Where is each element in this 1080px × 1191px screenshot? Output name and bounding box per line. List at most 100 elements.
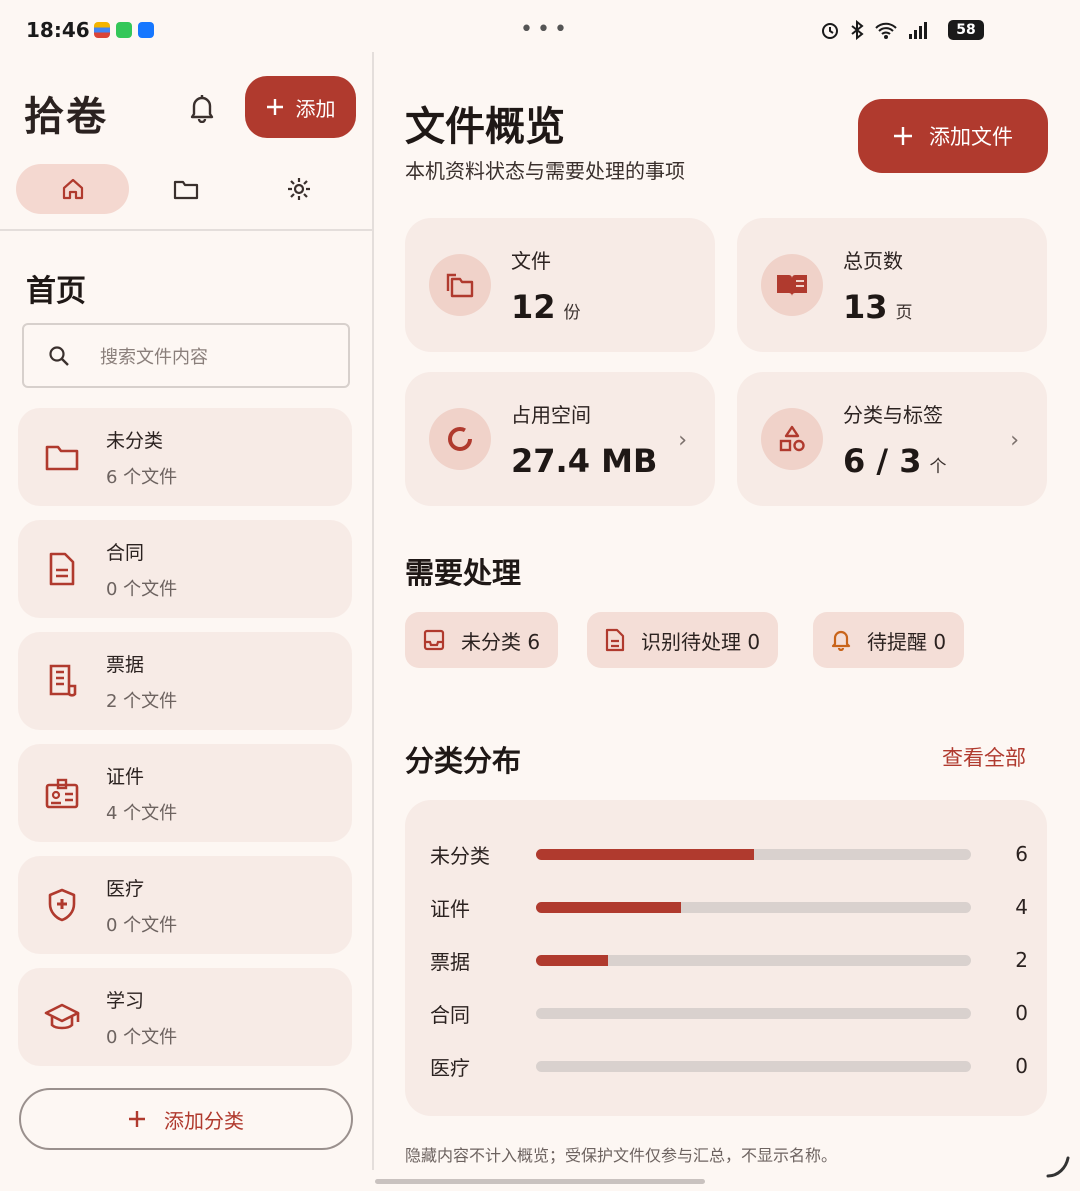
document-icon bbox=[49, 552, 75, 586]
resize-handle-icon[interactable] bbox=[1044, 1152, 1072, 1180]
bar-track bbox=[536, 901, 971, 913]
page-subtitle: 本机资料状态与需要处理的事项 bbox=[405, 159, 685, 183]
category-card-contract[interactable]: 合同 0 个文件 bbox=[18, 520, 352, 618]
category-card-uncategorized[interactable]: 未分类 6 个文件 bbox=[18, 408, 352, 506]
tab-files[interactable] bbox=[129, 164, 242, 214]
system-status-icons bbox=[820, 20, 930, 40]
sidebar-divider bbox=[0, 229, 372, 231]
distribution-row[interactable]: 证件 4 bbox=[430, 892, 1030, 922]
notification-icons bbox=[94, 22, 154, 38]
todo-chip-ocr-pending[interactable]: 识别待处理 0 bbox=[587, 612, 779, 668]
bar-fill bbox=[536, 901, 681, 913]
files-stack-icon bbox=[446, 273, 474, 298]
category-card-receipts[interactable]: 票据 2 个文件 bbox=[18, 632, 352, 730]
chip-label: 未分类 6 bbox=[461, 629, 541, 654]
stat-unit: 份 bbox=[563, 302, 581, 323]
category-card-study[interactable]: 学习 0 个文件 bbox=[18, 968, 352, 1066]
category-card-id[interactable]: 证件 4 个文件 bbox=[18, 744, 352, 842]
plus-icon bbox=[266, 99, 283, 115]
todo-chip-reminders[interactable]: 待提醒 0 bbox=[813, 612, 965, 668]
alarm-icon bbox=[822, 23, 838, 39]
add-button-label: 添加 bbox=[295, 96, 336, 121]
add-button[interactable]: 添加 bbox=[245, 76, 356, 138]
distribution-label: 证件 bbox=[430, 896, 470, 921]
app-brand: 拾卷 bbox=[24, 93, 108, 140]
status-time: 18:46 bbox=[26, 18, 90, 42]
category-name: 医疗 bbox=[106, 877, 145, 900]
stat-value: 6 / 3 bbox=[843, 441, 922, 480]
search-input[interactable]: 搜索文件内容 bbox=[22, 323, 350, 388]
stat-card-files[interactable]: 文件 12 份 bbox=[405, 218, 715, 352]
nav-tabs bbox=[16, 164, 356, 214]
open-book-icon bbox=[777, 275, 807, 296]
distribution-value: 6 bbox=[1015, 842, 1028, 866]
home-icon bbox=[62, 178, 83, 200]
receipt-icon bbox=[49, 664, 77, 697]
stat-card-storage[interactable]: 占用空间 27.4 MB › bbox=[405, 372, 715, 506]
distribution-row[interactable]: 票据 2 bbox=[430, 945, 1030, 975]
stat-label: 占用空间 bbox=[511, 402, 591, 427]
add-category-button[interactable]: 添加分类 bbox=[19, 1088, 353, 1150]
category-count: 2 个文件 bbox=[106, 690, 178, 712]
bell-icon bbox=[190, 95, 214, 123]
stat-label: 文件 bbox=[511, 248, 551, 273]
home-indicator[interactable] bbox=[375, 1179, 705, 1184]
category-count: 0 个文件 bbox=[106, 1026, 178, 1048]
distribution-row[interactable]: 医疗 0 bbox=[430, 1051, 1030, 1081]
todo-chip-uncategorized[interactable]: 未分类 6 bbox=[405, 612, 559, 668]
category-count: 4 个文件 bbox=[106, 802, 178, 824]
folder-icon bbox=[45, 445, 79, 471]
bluetooth-icon bbox=[851, 20, 864, 40]
messages-notification-icon bbox=[116, 22, 132, 38]
category-count: 0 个文件 bbox=[106, 914, 178, 936]
chip-label: 待提醒 0 bbox=[867, 629, 947, 654]
notifications-button[interactable] bbox=[182, 88, 222, 128]
stat-card-categories[interactable]: 分类与标签 6 / 3 个 › bbox=[737, 372, 1047, 506]
battery-indicator: 58 bbox=[948, 20, 984, 40]
chevron-right-icon: › bbox=[678, 428, 687, 453]
distribution-value: 0 bbox=[1015, 1054, 1028, 1078]
pane-divider[interactable] bbox=[372, 52, 374, 1170]
multitask-dots-icon[interactable]: ••• bbox=[520, 19, 571, 41]
view-all-link[interactable]: 查看全部 bbox=[942, 742, 1026, 772]
medical-shield-icon bbox=[48, 888, 76, 922]
bar-fill bbox=[536, 848, 754, 860]
distribution-row[interactable]: 合同 0 bbox=[430, 998, 1030, 1028]
bar-track bbox=[536, 848, 971, 860]
chip-label: 识别待处理 0 bbox=[641, 629, 761, 654]
category-name: 票据 bbox=[106, 653, 145, 676]
tab-home[interactable] bbox=[16, 164, 129, 214]
folder-icon bbox=[173, 180, 198, 200]
tab-settings[interactable] bbox=[242, 164, 355, 214]
page-heading: 首页 bbox=[26, 274, 86, 309]
distribution-label: 未分类 bbox=[430, 843, 490, 868]
todo-section-title: 需要处理 bbox=[405, 556, 522, 590]
distribution-row[interactable]: 未分类 6 bbox=[430, 839, 1030, 869]
category-name: 未分类 bbox=[106, 429, 164, 452]
bar-track bbox=[536, 954, 971, 966]
stat-card-pages[interactable]: 总页数 13 页 bbox=[737, 218, 1047, 352]
stat-unit: 个 bbox=[929, 456, 947, 477]
add-file-button[interactable]: 添加文件 bbox=[858, 99, 1048, 173]
stat-value: 12 bbox=[511, 287, 556, 326]
distribution-value: 4 bbox=[1015, 895, 1028, 919]
alipay-notification-icon bbox=[138, 22, 154, 38]
category-count: 6 个文件 bbox=[106, 466, 178, 488]
page-title: 文件概览 bbox=[405, 104, 565, 150]
plus-icon bbox=[894, 127, 912, 145]
bar-fill bbox=[536, 954, 609, 966]
graduation-cap-icon bbox=[44, 1003, 80, 1030]
stat-label: 分类与标签 bbox=[843, 402, 943, 427]
donut-chart-icon bbox=[448, 427, 472, 451]
chevron-right-icon: › bbox=[1010, 428, 1019, 453]
distribution-label: 合同 bbox=[430, 1002, 470, 1027]
search-icon bbox=[49, 345, 69, 366]
add-category-label: 添加分类 bbox=[164, 1108, 244, 1133]
search-placeholder: 搜索文件内容 bbox=[100, 346, 208, 368]
wallet-notification-icon bbox=[94, 22, 110, 38]
document-text-icon bbox=[605, 628, 625, 652]
footnote: 隐藏内容不计入概览；受保护文件仅参与汇总，不显示名称。 bbox=[405, 1146, 838, 1165]
distribution-section-title: 分类分布 bbox=[405, 744, 522, 778]
shapes-icon bbox=[779, 425, 805, 452]
category-card-medical[interactable]: 医疗 0 个文件 bbox=[18, 856, 352, 954]
